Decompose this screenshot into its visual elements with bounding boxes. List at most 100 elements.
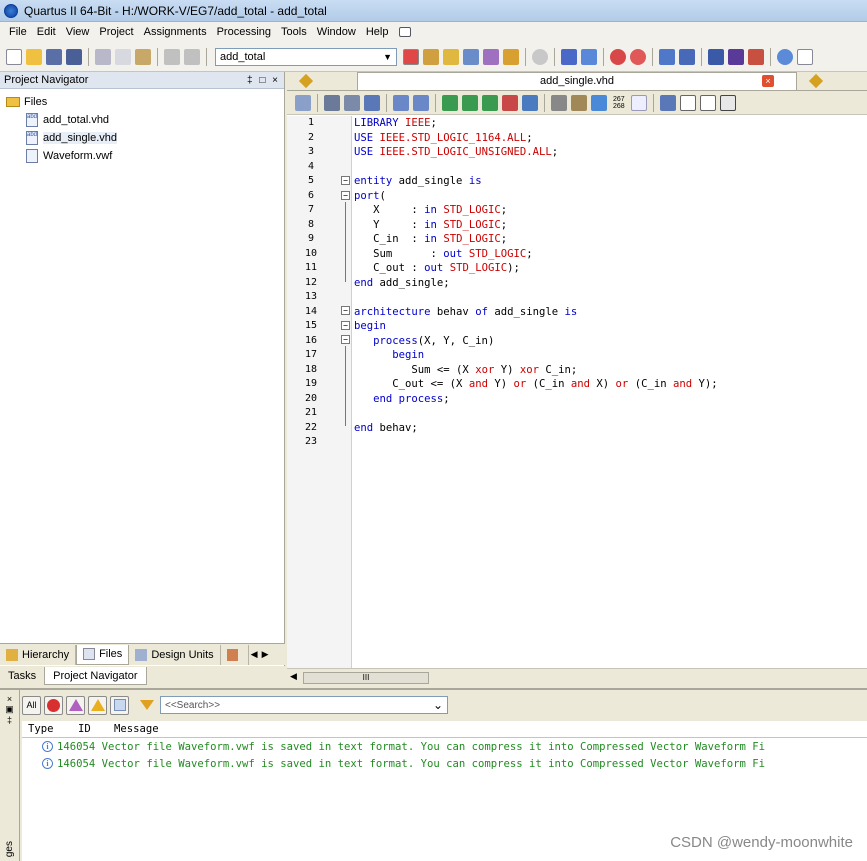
close-icon[interactable]: × bbox=[0, 694, 19, 704]
filter-warning-icon[interactable] bbox=[88, 695, 107, 715]
chevron-down-icon[interactable]: ⌄ bbox=[433, 698, 443, 712]
indent-icon[interactable] bbox=[393, 94, 409, 111]
start-compilation-icon[interactable] bbox=[561, 48, 577, 65]
code-line[interactable]: USE IEEE.STD_LOGIC_1164.ALL; bbox=[354, 131, 867, 146]
tab-next-document[interactable] bbox=[797, 72, 867, 91]
code-line[interactable]: end behav; bbox=[354, 421, 867, 436]
menu-assignments[interactable]: Assignments bbox=[139, 23, 212, 41]
tab-more[interactable] bbox=[221, 644, 249, 665]
message-search-input[interactable]: <<Search>> ⌄ bbox=[160, 696, 448, 714]
code-line[interactable]: end add_single; bbox=[354, 276, 867, 291]
open-icon[interactable] bbox=[26, 48, 42, 65]
menu-window[interactable]: Window bbox=[312, 23, 361, 41]
messages-tab-label[interactable]: ges bbox=[4, 841, 15, 857]
assignment-editor-icon[interactable] bbox=[423, 48, 439, 65]
column-message[interactable]: Message bbox=[114, 723, 159, 735]
rtl-viewer-icon[interactable] bbox=[659, 48, 675, 65]
scroll-thumb[interactable]: III bbox=[303, 672, 429, 684]
whats-this-icon[interactable] bbox=[797, 48, 813, 65]
code-line[interactable]: port( bbox=[354, 189, 867, 204]
tab-scroll-left-icon[interactable]: ◀ bbox=[249, 649, 260, 660]
pin-icon[interactable]: ‡ bbox=[0, 715, 19, 725]
code-line[interactable]: begin bbox=[354, 319, 867, 334]
tree-file-waveform[interactable]: Waveform.vwf bbox=[0, 147, 284, 165]
bookmark-list-icon[interactable] bbox=[522, 94, 538, 111]
code-line[interactable]: process(X, Y, C_in) bbox=[354, 334, 867, 349]
code-line[interactable]: end process; bbox=[354, 392, 867, 407]
horizontal-scrollbar[interactable]: ◀ III bbox=[287, 668, 867, 686]
stop-icon[interactable] bbox=[532, 48, 548, 65]
column-type[interactable]: Type bbox=[28, 723, 78, 735]
code-line[interactable]: entity add_single is bbox=[354, 174, 867, 189]
fold-marker-architecture[interactable]: − bbox=[339, 304, 352, 317]
tab-tasks[interactable]: Tasks bbox=[0, 667, 44, 685]
word-wrap-icon[interactable] bbox=[630, 94, 647, 111]
copy-icon[interactable] bbox=[115, 48, 131, 65]
filter-critical-warning-icon[interactable] bbox=[66, 695, 85, 715]
context-help-icon[interactable] bbox=[399, 27, 412, 37]
scroll-left-icon[interactable]: ◀ bbox=[290, 671, 297, 682]
message-row[interactable]: i 146054 Vector file Waveform.vwf is sav… bbox=[22, 738, 867, 755]
insert-template-icon[interactable] bbox=[551, 94, 567, 111]
pin-planner-icon[interactable] bbox=[443, 48, 459, 65]
code-line[interactable]: Sum : out STD_LOGIC; bbox=[354, 247, 867, 262]
tab-scroll-right-icon[interactable]: ▶ bbox=[260, 649, 271, 660]
next-bookmark-icon[interactable] bbox=[462, 94, 478, 111]
code-line[interactable]: USE IEEE.STD_LOGIC_UNSIGNED.ALL; bbox=[354, 145, 867, 160]
code-line[interactable] bbox=[354, 435, 867, 450]
save-icon[interactable] bbox=[46, 48, 62, 65]
code-line[interactable]: begin bbox=[354, 348, 867, 363]
analysis-icon[interactable] bbox=[581, 48, 597, 65]
programmer-icon[interactable] bbox=[748, 48, 764, 65]
timing-icon[interactable] bbox=[503, 48, 519, 65]
find-icon[interactable] bbox=[324, 94, 340, 111]
tab-files[interactable]: Files bbox=[76, 644, 130, 665]
cut-icon[interactable] bbox=[95, 48, 111, 65]
menu-processing[interactable]: Processing bbox=[212, 23, 276, 41]
tab-prev-document[interactable] bbox=[287, 72, 357, 91]
fold-marker-begin[interactable]: − bbox=[339, 319, 352, 332]
tab-hierarchy[interactable]: Hierarchy bbox=[0, 644, 77, 665]
column-id[interactable]: ID bbox=[78, 723, 114, 735]
goto-line-icon[interactable] bbox=[659, 94, 676, 111]
tab-project-navigator[interactable]: Project Navigator bbox=[44, 667, 147, 685]
menu-file[interactable]: File bbox=[4, 23, 32, 41]
code-line[interactable] bbox=[354, 290, 867, 305]
code-line[interactable]: X : in STD_LOGIC; bbox=[354, 203, 867, 218]
goto-icon[interactable] bbox=[364, 94, 380, 111]
code-line[interactable]: C_out <= (X and Y) or (C_in and X) or (C… bbox=[354, 377, 867, 392]
menu-project[interactable]: Project bbox=[94, 23, 138, 41]
power-analyzer-icon[interactable] bbox=[728, 48, 744, 65]
filter-suppressed-icon[interactable] bbox=[110, 695, 129, 715]
bookmark-icon[interactable] bbox=[442, 94, 458, 111]
settings-icon[interactable] bbox=[463, 48, 479, 65]
code-line[interactable]: LIBRARY IEEE; bbox=[354, 116, 867, 131]
unindent-icon[interactable] bbox=[413, 94, 429, 111]
code-line[interactable] bbox=[354, 160, 867, 175]
prev-bookmark-icon[interactable] bbox=[482, 94, 498, 111]
toggle-view-icon[interactable] bbox=[719, 94, 736, 111]
code-line[interactable] bbox=[354, 406, 867, 421]
filter-icon[interactable] bbox=[140, 700, 154, 710]
tree-file-add-single[interactable]: abd add_single.vhd bbox=[0, 129, 284, 147]
entity-select[interactable]: add_total ▼ bbox=[215, 47, 397, 66]
fold-marker-process[interactable]: − bbox=[339, 333, 352, 346]
code-line[interactable]: architecture behav of add_single is bbox=[354, 305, 867, 320]
paste-icon[interactable] bbox=[135, 48, 151, 65]
close-icon[interactable]: × bbox=[762, 75, 774, 87]
design-partitions-icon[interactable] bbox=[483, 48, 499, 65]
chevron-down-icon[interactable]: ▼ bbox=[383, 52, 392, 62]
timing-analyzer-icon[interactable] bbox=[610, 48, 626, 65]
comment-icon[interactable] bbox=[679, 94, 696, 111]
panel-controls[interactable]: ‡ □ × bbox=[247, 75, 280, 86]
fold-marker-port[interactable]: − bbox=[339, 189, 352, 202]
chip-planner-icon[interactable] bbox=[403, 48, 419, 65]
template-icon[interactable] bbox=[571, 94, 587, 111]
check-icon[interactable] bbox=[591, 94, 607, 111]
clear-bookmarks-icon[interactable] bbox=[502, 94, 518, 111]
menu-edit[interactable]: Edit bbox=[32, 23, 61, 41]
code-line[interactable]: Y : in STD_LOGIC; bbox=[354, 218, 867, 233]
code-area[interactable]: 1 2 3 4 5 6 7 8 9 10 11 12 13 14 15 16 17 18 19 20 21 22 23 − … bbox=[287, 116, 867, 668]
save-all-icon[interactable] bbox=[66, 48, 82, 65]
uncomment-icon[interactable] bbox=[699, 94, 716, 111]
